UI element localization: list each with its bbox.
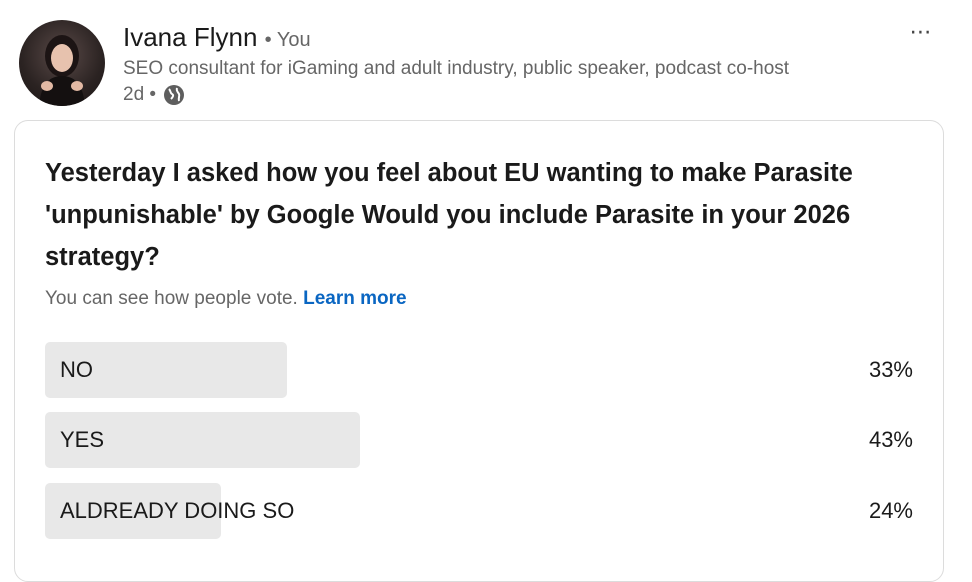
poll-option-already-doing-so: ALDREADY DOING SO 24%	[45, 483, 925, 539]
avatar-image	[39, 35, 85, 106]
avatar[interactable]	[19, 20, 105, 106]
globe-icon	[162, 83, 186, 107]
poll-option-label: NO	[60, 357, 93, 382]
poll-option-percent: 33%	[868, 357, 913, 382]
author-name[interactable]: Ivana Flynn • You	[123, 20, 311, 57]
post-time: 2d •	[123, 84, 157, 105]
poll-option-label: ALDREADY DOING SO	[60, 498, 295, 523]
author-relation: • You	[264, 29, 311, 51]
learn-more-link[interactable]: Learn more	[303, 288, 406, 309]
poll-option-percent: 43%	[868, 427, 913, 452]
poll-note: You can see how people vote. Learn more	[45, 288, 407, 310]
more-options-button[interactable]: ⋯	[904, 18, 938, 46]
post-header: Ivana Flynn • You SEO consultant for iGa…	[0, 0, 972, 118]
poll-question: Yesterday I asked how you feel about EU …	[45, 159, 853, 271]
poll-option-no: NO 33%	[45, 342, 925, 398]
poll-option-label: YES	[60, 427, 105, 452]
poll-note-text: You can see how people vote.	[45, 288, 298, 309]
author-name-text[interactable]: Ivana Flynn	[123, 22, 257, 52]
author-headline: SEO consultant for iGaming and adult ind…	[123, 58, 790, 79]
post-meta: 2d •	[123, 83, 186, 107]
poll-option-yes: YES 43%	[45, 412, 925, 468]
poll-option-percent: 24%	[868, 498, 913, 523]
poll-card: Yesterday I asked how you feel about EU …	[14, 120, 944, 582]
